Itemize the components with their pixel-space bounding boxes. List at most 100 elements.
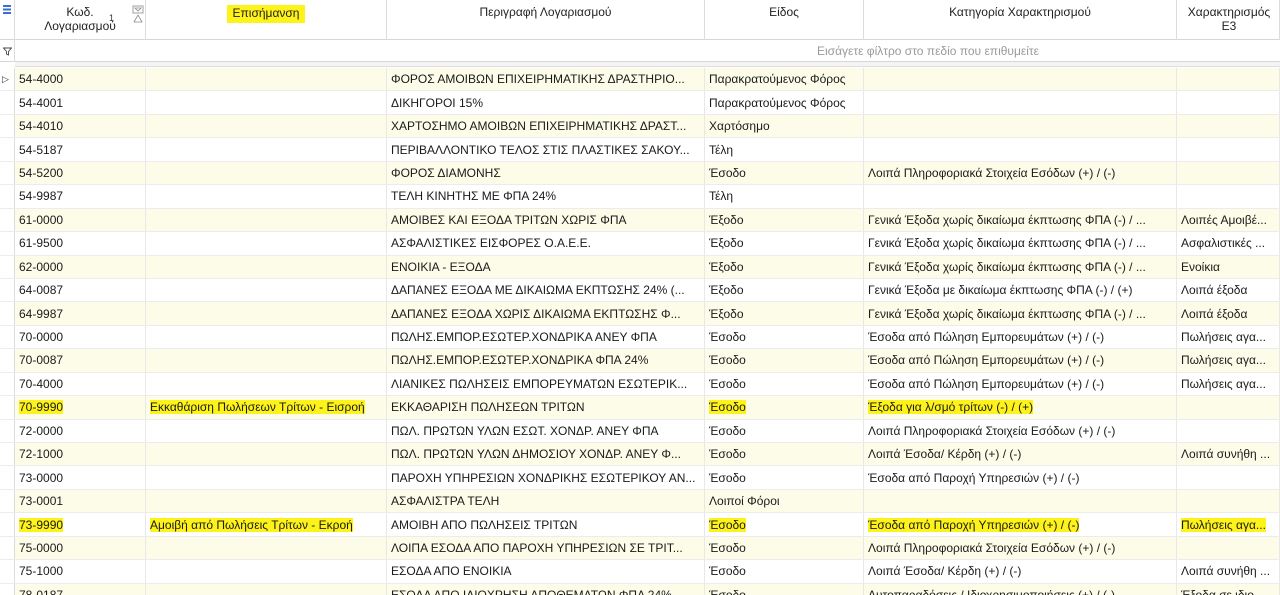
cell-type[interactable]: Έσοδο xyxy=(705,325,864,349)
cell-type[interactable]: Λοιποί Φόροι xyxy=(705,489,864,513)
cell-note[interactable] xyxy=(146,278,387,302)
cell-description[interactable]: ΠΩΛΗΣ.ΕΜΠΟΡ.ΕΣΩΤΕΡ.ΧΟΝΔΡΙΚΑ ΦΠΑ 24% xyxy=(387,349,705,372)
cell-category[interactable]: Γενικά Έξοδα με δικαίωμα έκπτωσης ΦΠΑ (-… xyxy=(864,278,1177,302)
cell-description[interactable]: ΠΕΡΙΒΑΛΛΟΝΤΙΚΟ ΤΕΛΟΣ ΣΤΙΣ ΠΛΑΣΤΙΚΕΣ ΣΑΚΟ… xyxy=(387,138,705,161)
cell-e3[interactable]: Λοιπά συνήθη ... xyxy=(1177,560,1280,583)
column-header-e3[interactable]: Χαρακτηρισμός Ε3 xyxy=(1177,0,1280,40)
cell-category[interactable] xyxy=(864,68,1177,91)
cell-code[interactable]: 78-0187 xyxy=(15,583,146,595)
cell-description[interactable]: ΕΝΟΙΚΙΑ - ΕΞΟΔΑ xyxy=(387,255,705,278)
cell-description[interactable]: ΠΩΛΗΣ.ΕΜΠΟΡ.ΕΣΩΤΕΡ.ΧΟΝΔΡΙΚΑ ΑΝΕΥ ΦΠΑ xyxy=(387,325,705,349)
cell-type[interactable]: Έσοδο xyxy=(705,443,864,466)
cell-description[interactable]: ΕΚΚΑΘΑΡΙΣΗ ΠΩΛΗΣΕΩΝ ΤΡΙΤΩΝ xyxy=(387,396,705,419)
cell-category[interactable]: Γενικά Έξοδα χωρίς δικαίωμα έκπτωσης ΦΠΑ… xyxy=(864,302,1177,325)
cell-category[interactable]: Λοιπά Πληροφοριακά Στοιχεία Εσόδων (+) /… xyxy=(864,536,1177,560)
cell-note[interactable] xyxy=(146,560,387,583)
cell-code[interactable]: 64-9987 xyxy=(15,302,146,325)
cell-e3[interactable] xyxy=(1177,536,1280,560)
cell-e3[interactable] xyxy=(1177,489,1280,513)
cell-code[interactable]: 61-9500 xyxy=(15,232,146,255)
cell-description[interactable]: ΠΩΛ. ΠΡΩΤΩΝ ΥΛΩΝ ΕΣΩΤ. ΧΟΝΔΡ. ΑΝΕΥ ΦΠΑ xyxy=(387,419,705,442)
cell-category[interactable] xyxy=(864,114,1177,138)
cell-e3[interactable] xyxy=(1177,138,1280,161)
cell-e3[interactable] xyxy=(1177,466,1280,489)
cell-note[interactable]: Εκκαθάριση Πωλήσεων Τρίτων - Εισροή xyxy=(146,396,387,419)
cell-type[interactable]: Τέλη xyxy=(705,185,864,208)
cell-category[interactable]: Αυτοπαραδόσεις / Ιδιοχρησιμοποιήσεις (+)… xyxy=(864,583,1177,595)
cell-category[interactable] xyxy=(864,91,1177,114)
cell-note[interactable] xyxy=(146,208,387,232)
cell-code[interactable]: 54-9987 xyxy=(15,185,146,208)
cell-code[interactable]: 54-4001 xyxy=(15,91,146,114)
cell-description[interactable]: ΦΟΡΟΣ ΑΜΟΙΒΩΝ ΕΠΙΧΕΙΡΗΜΑΤΙΚΗΣ ΔΡΑΣΤΗΡΙΟ.… xyxy=(387,68,705,91)
table-row[interactable]: 64-9987 ΔΑΠΑΝΕΣ ΕΞΟΔΑ ΧΩΡΙΣ ΔΙΚΑΙΩΜΑ ΕΚΠ… xyxy=(0,302,1280,326)
table-row[interactable]: 54-5200 ΦΟΡΟΣ ΔΙΑΜΟΝΗΣ Έσοδο Λοιπά Πληρο… xyxy=(0,161,1280,186)
cell-description[interactable]: ΑΣΦΑΛΙΣΤΡΑ ΤΕΛΗ xyxy=(387,489,705,513)
table-row[interactable]: 70-4000 ΛΙΑΝΙΚΕΣ ΠΩΛΗΣΕΙΣ ΕΜΠΟΡΕΥΜΑΤΩΝ Ε… xyxy=(0,372,1280,397)
table-row[interactable]: 54-4010 ΧΑΡΤΟΣΗΜΟ ΑΜΟΙΒΩΝ ΕΠΙΧΕΙΡΗΜΑΤΙΚΗ… xyxy=(0,114,1280,139)
cell-e3[interactable]: Έξοδα σε ιδιο... xyxy=(1177,583,1280,595)
cell-code[interactable]: 73-0001 xyxy=(15,489,146,513)
cell-type[interactable]: Παρακρατούμενος Φόρος xyxy=(705,68,864,91)
cell-category[interactable]: Έσοδα από Παροχή Υπηρεσιών (+) / (-) xyxy=(864,466,1177,489)
cell-e3[interactable]: Λοιπές Αμοιβέ... xyxy=(1177,208,1280,232)
filter-row[interactable]: Εισάγετε φίλτρο στο πεδίο που επιθυμείτε xyxy=(0,40,1280,62)
cell-e3[interactable]: Λοιπά έξοδα xyxy=(1177,302,1280,325)
cell-note[interactable] xyxy=(146,372,387,396)
cell-category[interactable]: Λοιπά Πληροφοριακά Στοιχεία Εσόδων (+) /… xyxy=(864,419,1177,442)
cell-code[interactable]: 70-9990 xyxy=(15,396,146,419)
cell-note[interactable] xyxy=(146,302,387,325)
cell-category[interactable] xyxy=(864,138,1177,161)
cell-description[interactable]: ΕΣΟΔΑ ΑΠΟ ΕΝΟΙΚΙΑ xyxy=(387,560,705,583)
cell-code[interactable]: 72-0000 xyxy=(15,419,146,442)
cell-type[interactable]: Έξοδο xyxy=(705,302,864,325)
cell-e3[interactable] xyxy=(1177,68,1280,91)
cell-note[interactable] xyxy=(146,138,387,161)
table-row[interactable]: 54-5187 ΠΕΡΙΒΑΛΛΟΝΤΙΚΟ ΤΕΛΟΣ ΣΤΙΣ ΠΛΑΣΤΙ… xyxy=(0,138,1280,162)
cell-e3[interactable]: Πωλήσεις αγα... xyxy=(1177,349,1280,372)
cell-type[interactable]: Έξοδο xyxy=(705,255,864,278)
cell-note[interactable]: Αμοιβή από Πωλήσεις Τρίτων - Εκροή xyxy=(146,513,387,536)
table-row[interactable]: 61-9500 ΑΣΦΑΛΙΣΤΙΚΕΣ ΕΙΣΦΟΡΕΣ Ο.Α.Ε.Ε. Έ… xyxy=(0,232,1280,256)
cell-description[interactable]: ΠΩΛ. ΠΡΩΤΩΝ ΥΛΩΝ ΔΗΜΟΣΙΟΥ ΧΟΝΔΡ. ΑΝΕΥ Φ.… xyxy=(387,443,705,466)
cell-code[interactable]: 75-1000 xyxy=(15,560,146,583)
cell-code[interactable]: 54-4010 xyxy=(15,114,146,138)
cell-description[interactable]: ΛΙΑΝΙΚΕΣ ΠΩΛΗΣΕΙΣ ΕΜΠΟΡΕΥΜΑΤΩΝ ΕΣΩΤΕΡΙΚ.… xyxy=(387,372,705,396)
cell-type[interactable]: Έσοδο xyxy=(705,560,864,583)
column-header-description[interactable]: Περιγραφή Λογαριασμού xyxy=(387,0,705,40)
table-row[interactable]: 72-0000 ΠΩΛ. ΠΡΩΤΩΝ ΥΛΩΝ ΕΣΩΤ. ΧΟΝΔΡ. ΑΝ… xyxy=(0,419,1280,443)
cell-e3[interactable] xyxy=(1177,114,1280,138)
table-row[interactable]: 61-0000 ΑΜΟΙΒΕΣ ΚΑΙ ΕΞΟΔΑ ΤΡΙΤΩΝ ΧΩΡΙΣ Φ… xyxy=(0,208,1280,233)
cell-category[interactable]: Λοιπά Έσοδα/ Κέρδη (+) / (-) xyxy=(864,560,1177,583)
table-row[interactable]: 75-1000 ΕΣΟΔΑ ΑΠΟ ΕΝΟΙΚΙΑ Έσοδο Λοιπά Έσ… xyxy=(0,560,1280,584)
table-row[interactable]: 73-9990 Αμοιβή από Πωλήσεις Τρίτων - Εκρ… xyxy=(0,513,1280,537)
cell-code[interactable]: 73-0000 xyxy=(15,466,146,489)
table-row[interactable]: 70-0087 ΠΩΛΗΣ.ΕΜΠΟΡ.ΕΣΩΤΕΡ.ΧΟΝΔΡΙΚΑ ΦΠΑ … xyxy=(0,349,1280,373)
cell-e3[interactable]: Λοιπά συνήθη ... xyxy=(1177,443,1280,466)
table-row[interactable]: 64-0087 ΔΑΠΑΝΕΣ ΕΞΟΔΑ ΜΕ ΔΙΚΑΙΩΜΑ ΕΚΠΤΩΣ… xyxy=(0,278,1280,303)
cell-code[interactable]: 62-0000 xyxy=(15,255,146,278)
table-row[interactable]: 73-0000 ΠΑΡΟΧΗ ΥΠΗΡΕΣΙΩΝ ΧΟΝΔΡΙΚΗΣ ΕΣΩΤΕ… xyxy=(0,466,1280,490)
cell-code[interactable]: 75-0000 xyxy=(15,536,146,560)
cell-type[interactable]: Χαρτόσημο xyxy=(705,114,864,138)
cell-note[interactable] xyxy=(146,161,387,185)
cell-type[interactable]: Έξοδο xyxy=(705,208,864,232)
cell-category[interactable]: Γενικά Έξοδα χωρίς δικαίωμα έκπτωσης ΦΠΑ… xyxy=(864,255,1177,278)
table-row[interactable]: 73-0001 ΑΣΦΑΛΙΣΤΡΑ ΤΕΛΗ Λοιποί Φόροι xyxy=(0,489,1280,514)
cell-description[interactable]: ΛΟΙΠΑ ΕΣΟΔΑ ΑΠΟ ΠΑΡΟΧΗ ΥΠΗΡΕΣΙΩΝ ΣΕ ΤΡΙΤ… xyxy=(387,536,705,560)
cell-note[interactable] xyxy=(146,114,387,138)
cell-e3[interactable] xyxy=(1177,185,1280,208)
cell-note[interactable] xyxy=(146,443,387,466)
cell-category[interactable]: Έσοδα από Παροχή Υπηρεσιών (+) / (-) xyxy=(864,513,1177,536)
cell-description[interactable]: ΑΣΦΑΛΙΣΤΙΚΕΣ ΕΙΣΦΟΡΕΣ Ο.Α.Ε.Ε. xyxy=(387,232,705,255)
cell-code[interactable]: 64-0087 xyxy=(15,278,146,302)
column-chooser-button[interactable] xyxy=(0,0,15,40)
cell-e3[interactable]: Πωλήσεις αγα... xyxy=(1177,513,1280,536)
cell-note[interactable] xyxy=(146,68,387,91)
cell-description[interactable]: ΔΑΠΑΝΕΣ ΕΞΟΔΑ ΜΕ ΔΙΚΑΙΩΜΑ ΕΚΠΤΩΣΗΣ 24% (… xyxy=(387,278,705,302)
cell-note[interactable] xyxy=(146,185,387,208)
cell-type[interactable]: Έσοδο xyxy=(705,583,864,595)
cell-type[interactable]: Έσοδο xyxy=(705,349,864,372)
column-header-type[interactable]: Είδος xyxy=(705,0,864,40)
table-row[interactable]: 62-0000 ΕΝΟΙΚΙΑ - ΕΞΟΔΑ Έξοδο Γενικά Έξο… xyxy=(0,255,1280,279)
